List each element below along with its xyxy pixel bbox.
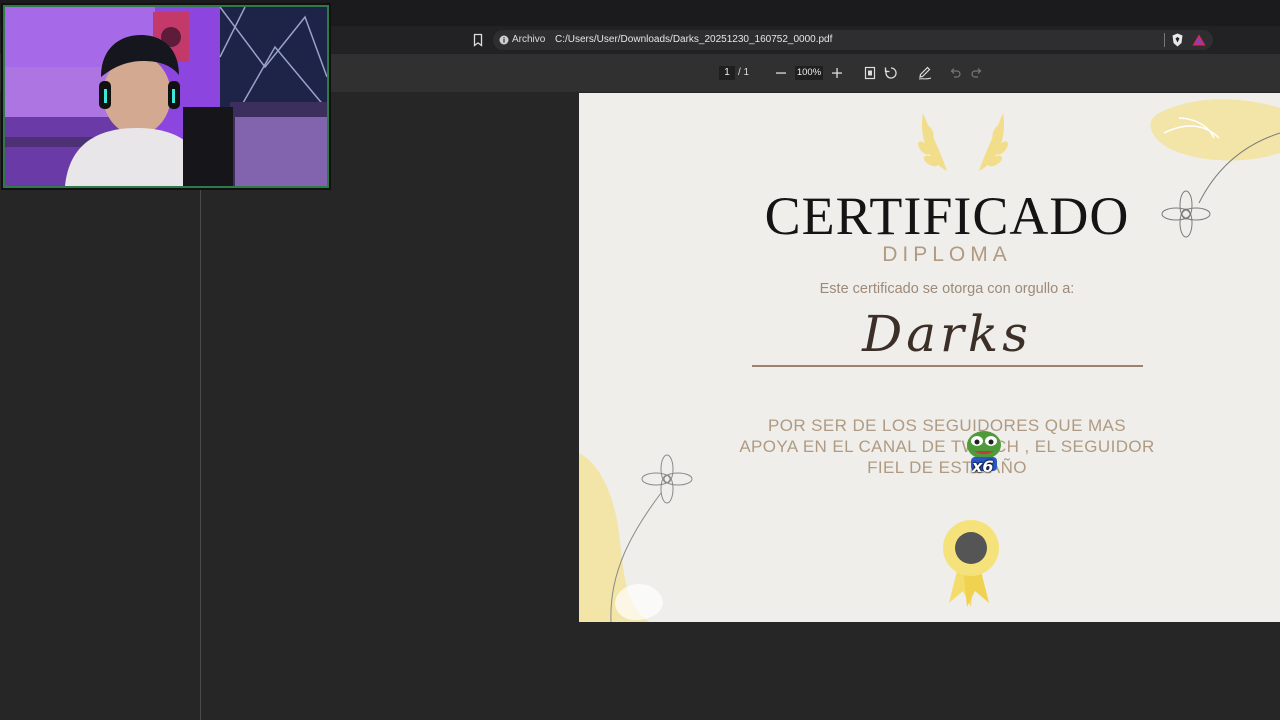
rotate-icon[interactable] — [883, 65, 899, 81]
certificate-recipient: Darks — [862, 305, 1032, 363]
undo-icon[interactable] — [947, 65, 963, 81]
url-text[interactable]: C:/Users/User/Downloads/Darks_20251230_1… — [555, 34, 832, 45]
webcam-scene-illustration — [5, 7, 327, 186]
pepe-emote-icon: x6 — [962, 427, 1006, 476]
site-label: Archivo — [512, 34, 546, 45]
certificate-grant-text: Este certificado se otorga con orgullo a… — [819, 281, 1075, 297]
fit-page-icon[interactable] — [862, 65, 878, 81]
brave-rewards-icon[interactable] — [1192, 34, 1206, 46]
info-icon[interactable] — [499, 35, 509, 45]
zoom-out-icon[interactable] — [773, 65, 789, 81]
page-number-input[interactable]: 1 — [719, 66, 735, 80]
emote-count: x6 — [972, 457, 994, 476]
certificate-subtitle: DIPLOMA — [882, 243, 1012, 266]
bookmark-icon[interactable] — [471, 33, 485, 47]
reason-line-1: POR SER DE LOS SEGUIDORES QUE MAS — [768, 416, 1126, 435]
draw-icon[interactable] — [917, 65, 933, 81]
signature-line — [752, 365, 1143, 367]
reason-line-2: APOYA EN EL CANAL DE TWITCH , EL SEGUIDO… — [739, 437, 1155, 456]
certificate-reason: POR SER DE LOS SEGUIDORES QUE MAS APOYA … — [579, 415, 1280, 478]
pdf-page: CERTIFICADO DIPLOMA Este certificado se … — [579, 93, 1280, 622]
brave-shield-icon[interactable] — [1171, 33, 1184, 47]
webcam-overlay — [3, 5, 329, 188]
reason-line-3: FIEL DE ESTE AÑO — [867, 458, 1027, 477]
zoom-level-input[interactable]: 100% — [795, 66, 823, 80]
certificate-title: CERTIFICADO — [764, 186, 1130, 246]
redo-icon[interactable] — [969, 65, 985, 81]
address-separator — [1164, 33, 1165, 47]
zoom-in-icon[interactable] — [829, 65, 845, 81]
page-count: / 1 — [738, 67, 750, 78]
